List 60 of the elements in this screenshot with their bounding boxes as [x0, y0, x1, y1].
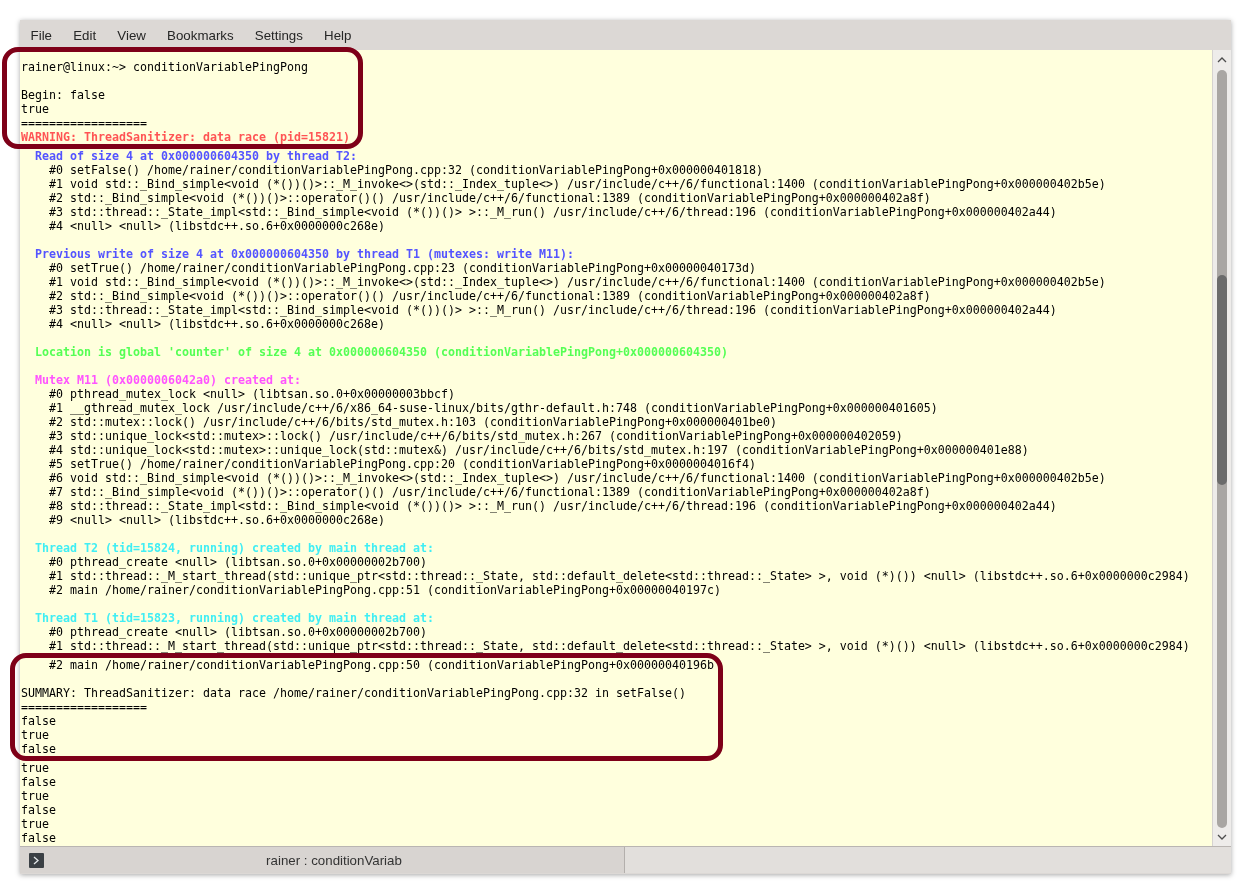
- stack-frame-line: #7 std::_Bind_simple<void (*())()>::operator()() /usr/include/c++/6/functional:1389 (conditionVariablePingPong+0x000000402a8f): [49, 485, 931, 499]
- output-line: false: [21, 831, 56, 845]
- menu-item[interactable]: Settings: [244, 20, 314, 50]
- output-line: false: [21, 742, 56, 756]
- scrollbar-track[interactable]: [1217, 70, 1227, 828]
- menu-item[interactable]: Help: [313, 20, 362, 50]
- warning-line: WARNING: ThreadSanitizer: data race (pid=15821): [21, 130, 350, 144]
- report-heading: Previous write of size 4 at 0x000000604350 by thread T1 (mutexes: write M11):: [35, 247, 574, 261]
- output-line: false: [21, 714, 56, 728]
- stack-frame-line: #3 std::unique_lock<std::mutex>::lock() /usr/include/c++/6/bits/std_mutex.h:267 (conditionVariablePingPong+0x000000402059): [49, 429, 903, 443]
- output-line: true: [21, 817, 49, 831]
- menu-item[interactable]: File: [20, 20, 63, 50]
- output-line: ==================: [21, 700, 147, 714]
- chevron-down-icon[interactable]: [1217, 834, 1227, 840]
- output-line: true: [21, 728, 49, 742]
- stack-frame-line: #0 pthread_create <null> (libtsan.so.0+0x00000002b700): [49, 625, 427, 639]
- stack-frame-line: #3 std::thread::_State_impl<std::_Bind_simple<void (*())()> >::_M_run() /usr/include/c++/6/thread:196 (conditionVariablePingPong+0x000000402a44): [49, 205, 1057, 219]
- stack-frame-line: #2 std::mutex::lock() /usr/include/c++/6/bits/std_mutex.h:103 (conditionVariablePingPong+0x000000401be0): [49, 415, 777, 429]
- stack-frame-line: #1 std::thread::_M_start_thread(std::unique_ptr<std::thread::_State, std::default_delete<std::thread::_State> >, void (*)()) <null> (libstdc++.so.6+0x0000000c2984): [49, 569, 1190, 583]
- stack-frame-line: #1 __gthread_mutex_lock /usr/include/c++/6/x86_64-suse-linux/bits/gthr-default.h:748 (conditionVariablePingPong+0x000000401605): [49, 401, 938, 415]
- stack-frame-line: #1 void std::_Bind_simple<void (*())()>::_M_invoke<>(std::_Index_tuple<>) /usr/include/c++/6/functional:1400 (conditionVariablePingPong+0x000000402b5e): [49, 275, 1106, 289]
- chevron-up-icon[interactable]: [1217, 57, 1227, 63]
- report-heading: Thread T2 (tid=15824, running) created by main thread at:: [35, 541, 434, 555]
- stack-frame-line: #3 std::thread::_State_impl<std::_Bind_simple<void (*())()> >::_M_run() /usr/include/c++/6/thread:196 (conditionVariablePingPong+0x000000402a44): [49, 303, 1057, 317]
- stack-frame-line: #1 std::thread::_M_start_thread(std::unique_ptr<std::thread::_State, std::default_delete<std::thread::_State> >, void (*)()) <null> (libstdc++.so.6+0x0000000c2984): [49, 639, 1190, 653]
- scrollbar-thumb[interactable]: [1217, 275, 1227, 485]
- stack-frame-line: #0 pthread_create <null> (libtsan.so.0+0x00000002b700): [49, 555, 427, 569]
- output-line: true: [21, 761, 49, 775]
- stack-frame-line: #2 main /home/rainer/conditionVariablePingPong.cpp:51 (conditionVariablePingPong+0x00000040197c): [49, 583, 721, 597]
- report-heading: Thread T1 (tid=15823, running) created by main thread at:: [35, 611, 434, 625]
- stack-frame-line: #4 <null> <null> (libstdc++.so.6+0x0000000c268e): [49, 219, 385, 233]
- stack-frame-line: #6 void std::_Bind_simple<void (*())()>::_M_invoke<>(std::_Index_tuple<>) /usr/include/c++/6/functional:1400 (conditionVariablePingPong+0x000000402b5e): [49, 471, 1106, 485]
- output-line: false: [21, 803, 56, 817]
- menu-item[interactable]: Bookmarks: [156, 20, 245, 50]
- stack-frame-line: #0 setFalse() /home/rainer/conditionVariablePingPong.cpp:32 (conditionVariablePingPong+0x000000401818): [49, 163, 763, 177]
- stack-frame-line: #8 std::thread::_State_impl<std::_Bind_simple<void (*())()> >::_M_run() /usr/include/c++/6/thread:196 (conditionVariablePingPong+0x000000402a44): [49, 499, 1057, 513]
- stack-frame-line: #2 std::_Bind_simple<void (*())()>::operator()() /usr/include/c++/6/functional:1389 (conditionVariablePingPong+0x000000402a8f): [49, 191, 931, 205]
- summary-line: SUMMARY: ThreadSanitizer: data race /home/rainer/conditionVariablePingPong.cpp:32 in setFalse(): [21, 686, 686, 700]
- menu-item[interactable]: View: [106, 20, 157, 50]
- output-line: ==================: [21, 116, 147, 130]
- report-heading: Read of size 4 at 0x000000604350 by thread T2:: [35, 149, 357, 163]
- stack-frame-line: #4 std::unique_lock<std::mutex>::unique_lock(std::mutex&) /usr/include/c++/6/bits/std_mutex.h:197 (conditionVariablePingPong+0x000000401e88): [49, 443, 1029, 457]
- terminal-tab[interactable]: rainer : conditionVariab: [20, 847, 625, 873]
- menu-item[interactable]: Edit: [62, 20, 107, 50]
- command-prompt: rainer@linux:~> conditionVariablePingPong: [21, 60, 308, 74]
- stack-frame-line: #1 void std::_Bind_simple<void (*())()>::_M_invoke<>(std::_Index_tuple<>) /usr/include/c++/6/functional:1400 (conditionVariablePingPong+0x000000402b5e): [49, 177, 1106, 191]
- stack-frame-line: #2 main /home/rainer/conditionVariablePingPong.cpp:50 (conditionVariablePingPong+0x00000040196b: [49, 658, 714, 672]
- stack-frame-line: #2 std::_Bind_simple<void (*())()>::operator()() /usr/include/c++/6/functional:1389 (conditionVariablePingPong+0x000000402a8f): [49, 289, 931, 303]
- report-heading: Mutex M11 (0x0000006042a0) created at:: [35, 373, 301, 387]
- terminal-icon: [29, 852, 44, 868]
- stack-frame-line: #4 <null> <null> (libstdc++.so.6+0x0000000c268e): [49, 317, 385, 331]
- report-heading: Location is global 'counter' of size 4 at 0x000000604350 (conditionVariablePingPong+0x000000604350): [35, 345, 728, 359]
- output-line: false: [21, 775, 56, 789]
- stack-frame-line: #0 pthread_mutex_lock <null> (libtsan.so.0+0x00000003bbcf): [49, 387, 455, 401]
- output-line: Begin: false: [21, 88, 105, 102]
- stack-frame-line: #5 setTrue() /home/rainer/conditionVariablePingPong.cpp:20 (conditionVariablePingPong+0x0000004016f4): [49, 457, 756, 471]
- output-line: true: [21, 789, 49, 803]
- stack-frame-line: #9 <null> <null> (libstdc++.so.6+0x0000000c268e): [49, 513, 385, 527]
- stack-frame-line: #0 setTrue() /home/rainer/conditionVariablePingPong.cpp:23 (conditionVariablePingPong+0x00000040173d): [49, 261, 756, 275]
- output-line: true: [21, 102, 49, 116]
